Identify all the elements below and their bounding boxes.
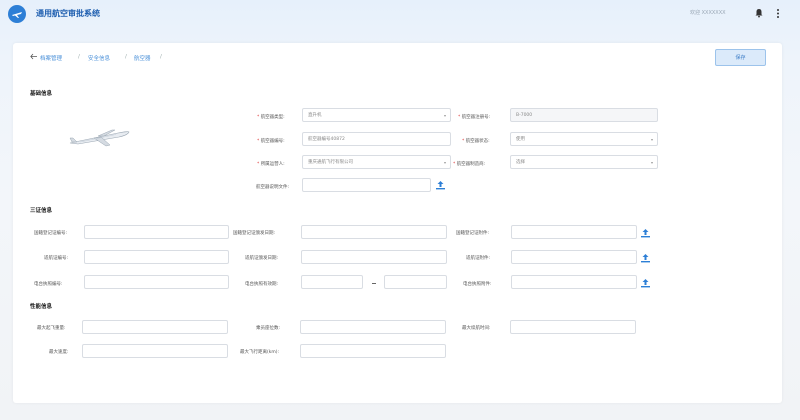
registration-label-text: 航空器注册号:: [461, 115, 491, 120]
save-button[interactable]: 保存: [715, 49, 766, 66]
breadcrumb-separator-icon: /: [125, 54, 127, 60]
airworthiness-file-input[interactable]: [511, 250, 637, 264]
upload-icon[interactable]: [640, 228, 651, 238]
nationality-date-label: 国籍登记证颁发日期:: [233, 231, 276, 236]
status-value: 使用: [516, 137, 525, 142]
radio-no-label: 电台执照编号:: [34, 282, 63, 287]
bell-icon[interactable]: [754, 8, 764, 18]
upload-icon[interactable]: [640, 253, 651, 263]
serial-label: * 航空器编号:: [257, 138, 285, 144]
breadcrumb-item-aircraft[interactable]: 航空器: [134, 54, 151, 62]
aircraft-type-label-text: 航空器类型:: [260, 115, 285, 120]
vendor-label: * 航空器制造商:: [453, 161, 485, 167]
registration-label: * 航空器注册号:: [458, 114, 490, 120]
radio-date-start-input[interactable]: [301, 275, 363, 289]
status-label-text: 航空器状态:: [465, 139, 490, 144]
max-takeoff-weight-input[interactable]: [82, 320, 228, 334]
breadcrumb-separator-icon: /: [160, 54, 162, 60]
endurance-label: 最大续航时间:: [462, 326, 491, 331]
upload-icon[interactable]: [640, 278, 651, 288]
aircraft-type-select[interactable]: 直升机 ▾: [302, 108, 451, 122]
spec-file-input[interactable]: [302, 178, 431, 192]
serial-input[interactable]: 航空器编号40872: [302, 132, 451, 146]
section-title-certs: 三证信息: [30, 208, 53, 214]
serial-placeholder: 航空器编号40872: [308, 137, 345, 142]
max-range-label: 最大飞行距离(km):: [240, 350, 280, 355]
breadcrumb-item-safety[interactable]: 安全信息: [88, 54, 110, 62]
airworthiness-file-label: 适航证附件:: [466, 256, 491, 261]
app-logo-icon: [8, 4, 26, 23]
radio-date-end-input[interactable]: [384, 275, 447, 289]
registration-value: B-7000: [516, 112, 533, 118]
breadcrumb-item-archive[interactable]: 档案管理: [40, 54, 62, 62]
serial-label-text: 航空器编号:: [260, 139, 285, 144]
vendor-select[interactable]: 选择 ▾: [510, 155, 658, 169]
airworthiness-date-label: 适航证颁发日期:: [245, 256, 279, 261]
airworthiness-date-input[interactable]: [301, 250, 447, 264]
chevron-down-icon: ▾: [650, 160, 653, 165]
aircraft-type-value: 直升机: [308, 113, 322, 118]
aircraft-type-label: * 航空器类型:: [257, 114, 285, 120]
vendor-label-text: 航空器制造商:: [456, 162, 486, 167]
top-bar: 通用航空审批系统: [0, 0, 800, 27]
back-arrow-icon[interactable]: [30, 53, 38, 60]
owner-label: * 所属运营人:: [257, 161, 285, 167]
radio-file-input[interactable]: [511, 275, 637, 289]
chevron-down-icon: ▾: [443, 160, 446, 165]
section-title-basic: 基础信息: [30, 91, 53, 97]
airworthiness-no-input[interactable]: [84, 250, 229, 264]
nationality-file-input[interactable]: [511, 225, 637, 239]
registration-input[interactable]: B-7000: [510, 108, 658, 122]
chevron-down-icon: ▾: [650, 137, 653, 142]
chevron-down-icon: ▾: [443, 113, 446, 118]
aircraft-image: [69, 129, 130, 147]
vendor-value: 选择: [516, 160, 525, 165]
nationality-file-label: 国籍登记证附件:: [456, 231, 490, 236]
radio-date-label: 电台执照有效期:: [245, 282, 279, 287]
nationality-no-label: 国籍登记证编号:: [34, 231, 68, 236]
app-title: 通用航空审批系统: [36, 9, 100, 18]
max-range-input[interactable]: [300, 344, 446, 358]
radio-file-label: 电台执照附件:: [463, 282, 492, 287]
max-speed-label: 最大速度:: [49, 350, 69, 355]
user-greeting: 欢迎 XXXXXXX: [690, 10, 726, 16]
upload-icon[interactable]: [435, 180, 446, 190]
status-label: * 航空器状态:: [462, 138, 490, 144]
radio-no-input[interactable]: [84, 275, 229, 289]
breadcrumb-separator-icon: /: [78, 54, 80, 60]
nationality-no-input[interactable]: [84, 225, 229, 239]
max-takeoff-weight-label: 最大起飞重量:: [37, 326, 66, 331]
section-title-performance: 性能信息: [30, 304, 53, 310]
seats-label: 乘员座位数:: [256, 326, 281, 331]
more-vertical-icon[interactable]: [775, 8, 781, 19]
owner-label-text: 所属运营人:: [260, 162, 285, 167]
nationality-date-input[interactable]: [301, 225, 447, 239]
owner-select[interactable]: 重庆通航飞行有限公司 ▾: [302, 155, 451, 169]
spec-file-label: 航空器说明文件:: [256, 185, 290, 190]
airworthiness-no-label: 适航证编号:: [44, 256, 69, 261]
status-select[interactable]: 使用 ▾: [510, 132, 658, 146]
max-speed-input[interactable]: [82, 344, 228, 358]
seats-input[interactable]: [300, 320, 446, 334]
date-range-separator: [372, 283, 376, 284]
endurance-input[interactable]: [510, 320, 636, 334]
owner-value: 重庆通航飞行有限公司: [308, 160, 353, 165]
